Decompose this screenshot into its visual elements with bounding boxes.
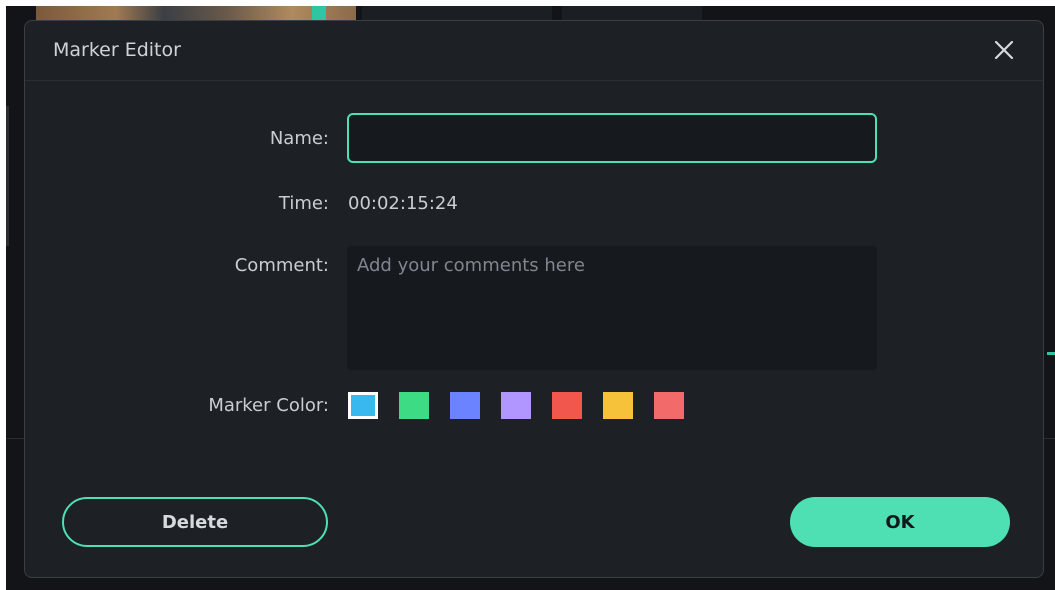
background-divider bbox=[6, 438, 26, 439]
comment-label: Comment: bbox=[234, 255, 329, 276]
color-swatch-lavender[interactable] bbox=[501, 392, 531, 419]
color-swatch-red[interactable] bbox=[552, 392, 582, 419]
color-swatch-salmon[interactable] bbox=[654, 392, 684, 419]
close-button[interactable] bbox=[989, 35, 1019, 65]
marker-editor-dialog: Marker Editor Name: Time: 00:02:15:24 Co… bbox=[24, 20, 1044, 578]
marker-color-label: Marker Color: bbox=[208, 395, 329, 416]
dialog-title: Marker Editor bbox=[53, 39, 181, 61]
time-label: Time: bbox=[278, 193, 329, 214]
name-label: Name: bbox=[269, 128, 329, 149]
color-swatch-blue[interactable] bbox=[348, 392, 378, 419]
color-swatch-periwinkle[interactable] bbox=[450, 392, 480, 419]
ok-button[interactable]: OK bbox=[790, 497, 1010, 547]
color-swatch-green[interactable] bbox=[399, 392, 429, 419]
background-divider bbox=[6, 106, 9, 246]
delete-button[interactable]: Delete bbox=[62, 497, 328, 547]
name-input[interactable] bbox=[347, 113, 877, 163]
time-value: 00:02:15:24 bbox=[348, 193, 458, 214]
color-swatch-yellow[interactable] bbox=[603, 392, 633, 419]
comment-field[interactable] bbox=[347, 246, 877, 370]
dialog-header: Marker Editor bbox=[25, 21, 1043, 81]
background-playhead-line bbox=[1047, 352, 1055, 355]
close-icon bbox=[994, 40, 1014, 60]
